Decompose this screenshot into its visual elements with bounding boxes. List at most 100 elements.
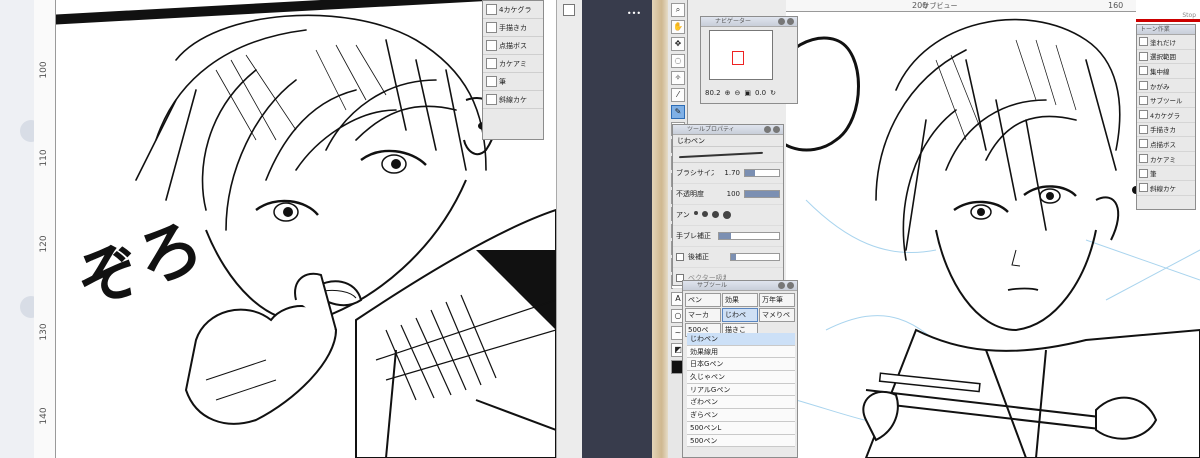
tone-tool-row[interactable]: 塗れだけ bbox=[1137, 35, 1195, 50]
hatching-brush-icon bbox=[1139, 124, 1148, 134]
tone-tool-row[interactable]: かがみ bbox=[1137, 79, 1195, 94]
image-divider: ••• bbox=[582, 0, 652, 458]
left-sub-tool-palette: 4カケグラ 手描きカ 点描ボス カケアミ 筆 斜線カケ bbox=[482, 0, 544, 140]
sub-tool-tab[interactable]: 万年筆 bbox=[759, 293, 795, 307]
magic-wand-icon[interactable]: ✧ bbox=[671, 71, 685, 85]
zoom-out-icon[interactable]: ⊖ bbox=[734, 89, 740, 97]
zoom-tool-icon[interactable]: ⌕ bbox=[671, 3, 685, 17]
anti-alias-row[interactable]: アン bbox=[673, 205, 783, 226]
stabilization-label: 手ブレ補正 bbox=[676, 232, 711, 240]
sub-tool-list-item[interactable]: じわペン bbox=[687, 333, 795, 346]
sub-tool-label: 筆 bbox=[499, 77, 506, 86]
ruler-tick-label: 130 bbox=[39, 323, 49, 341]
more-options-icon[interactable]: ••• bbox=[626, 10, 642, 20]
post-correction-slider[interactable] bbox=[730, 253, 780, 261]
sub-tool-list-item[interactable]: 500ペン bbox=[687, 434, 795, 448]
ruler-tick-label: 110 bbox=[39, 149, 49, 167]
sub-tool-list-item[interactable]: ざわペン bbox=[687, 396, 795, 410]
manga-canvas-left[interactable]: ぞろ bbox=[56, 0, 556, 458]
crosshatch-icon bbox=[1139, 154, 1148, 164]
rotate-icon[interactable]: ↻ bbox=[770, 89, 776, 97]
tone-tool-row[interactable]: 筆 bbox=[1137, 166, 1195, 181]
navigator-preview[interactable] bbox=[709, 30, 773, 80]
sub-tool-list-item[interactable]: 日本Gペン bbox=[687, 358, 795, 372]
tool-property-palette: ツールプロパティ じわペン ブラシサイズ 1.70 不透明度 100 アン 手ブ… bbox=[672, 124, 784, 289]
tone-tool-label: 点描ボス bbox=[1150, 140, 1176, 149]
tone-tool-row[interactable]: 4カケグラ bbox=[1137, 108, 1195, 123]
stipple-brush-icon bbox=[486, 40, 497, 51]
tone-tool-row[interactable]: 斜線カケ bbox=[1137, 181, 1195, 196]
eyedropper-icon[interactable]: ⁄ bbox=[671, 88, 685, 102]
tone-tool-label: カケアミ bbox=[1150, 155, 1176, 164]
panel-menu-icon[interactable] bbox=[563, 4, 575, 16]
brush-size-value[interactable]: 1.70 bbox=[718, 169, 740, 177]
tone-tool-row[interactable]: サブツール bbox=[1137, 93, 1195, 108]
tone-work-palette: トーン作業 塗れだけ 選択範囲 集中線 かがみ サブツール 4カケグラ 手描きカ 点描ボス カケ… bbox=[1136, 24, 1196, 210]
zoom-in-icon[interactable]: ⊕ bbox=[725, 89, 731, 97]
navigator-title: ナビゲーター bbox=[701, 17, 797, 27]
zoom-value[interactable]: 80.2 bbox=[705, 89, 721, 97]
tone-tool-label: 集中線 bbox=[1150, 67, 1170, 76]
left-app-window: 100 110 120 130 140 ぞろ 4カケグラ 手描きカ 点描ボス カ… bbox=[0, 0, 582, 458]
opacity-row[interactable]: 不透明度 100 bbox=[673, 184, 783, 205]
tone-tool-row[interactable]: 手描きカ bbox=[1137, 123, 1195, 138]
post-correction-checkbox[interactable] bbox=[676, 253, 684, 261]
sub-tool-tab[interactable]: 効果 bbox=[722, 293, 758, 307]
sub-tool-tab[interactable]: じわペ bbox=[722, 308, 758, 322]
sub-tool-row[interactable]: 筆 bbox=[483, 73, 543, 91]
tone-tool-label: 4カケグラ bbox=[1150, 111, 1181, 120]
tone-tool-label: 斜線カケ bbox=[1150, 184, 1176, 193]
sub-tool-tab[interactable]: ペン bbox=[685, 293, 721, 307]
sub-tool-label: 手描きカ bbox=[499, 23, 527, 32]
selection-icon bbox=[1139, 51, 1148, 61]
sub-tool-list-item[interactable]: 効果線用 bbox=[687, 345, 795, 359]
tone-tool-row[interactable]: 選択範囲 bbox=[1137, 50, 1195, 65]
sub-tool-row[interactable]: 手描きカ bbox=[483, 19, 543, 37]
opacity-value[interactable]: 100 bbox=[718, 190, 740, 198]
sub-tool-row[interactable]: 4カケグラ bbox=[483, 1, 543, 19]
view-area-frame[interactable] bbox=[732, 51, 744, 65]
sub-tool-list-item[interactable]: ぎらペン bbox=[687, 409, 795, 422]
sub-tool-row[interactable]: 斜線カケ bbox=[483, 91, 543, 109]
sub-tool-list-item[interactable]: 500ペンL bbox=[687, 421, 795, 435]
sub-tool-label: 4カケグラ bbox=[499, 5, 532, 14]
left-window-side-panel bbox=[556, 0, 582, 458]
sub-tool-tab[interactable]: マメりペ bbox=[759, 308, 795, 322]
tone-tool-label: サブツール bbox=[1150, 97, 1183, 106]
tone-tool-label: かがみ bbox=[1150, 82, 1170, 91]
desktop-background bbox=[652, 0, 668, 458]
current-tool-name: じわペン bbox=[673, 135, 783, 147]
anti-alias-selector[interactable] bbox=[694, 211, 731, 219]
opacity-slider[interactable] bbox=[744, 190, 780, 198]
stabilization-row[interactable]: 手ブレ補正 bbox=[673, 226, 783, 247]
post-correction-label: 後補正 bbox=[688, 253, 709, 261]
canvas-title: サブビュー bbox=[922, 2, 958, 10]
tone-tool-row[interactable]: カケアミ bbox=[1137, 152, 1195, 167]
tone-tool-label: 選択範囲 bbox=[1150, 53, 1176, 62]
sub-tool-list-item[interactable]: 久じゃペン bbox=[687, 371, 795, 384]
brush-size-label: ブラシサイズ bbox=[676, 169, 714, 177]
tone-tool-row[interactable]: 集中線 bbox=[1137, 64, 1195, 79]
sub-tool-palette: サブツール ペン 効果 万年筆 マーカ じわペ マメりペ 500ペ 描きこ じわペン 効果線用日… bbox=[682, 280, 798, 458]
tone-tool-label: 筆 bbox=[1150, 170, 1157, 179]
brush-size-row[interactable]: ブラシサイズ 1.70 bbox=[673, 163, 783, 184]
lasso-tool-icon[interactable]: ◌ bbox=[671, 54, 685, 68]
stabilization-slider[interactable] bbox=[718, 232, 780, 240]
sub-tool-row[interactable]: カケアミ bbox=[483, 55, 543, 73]
sub-tool-row[interactable]: 点描ボス bbox=[483, 37, 543, 55]
post-correction-row[interactable]: 後補正 bbox=[673, 247, 783, 268]
subtool-icon bbox=[1139, 95, 1148, 105]
tone-tool-row[interactable]: 点描ボス bbox=[1137, 137, 1195, 152]
move-tool-icon[interactable]: ✥ bbox=[671, 37, 685, 51]
sub-tool-list-item[interactable]: リアルGペン bbox=[687, 383, 795, 397]
rotate-value[interactable]: 0.0 bbox=[755, 89, 766, 97]
fit-icon[interactable]: ▣ bbox=[744, 89, 751, 97]
sub-tool-tab[interactable]: マーカ bbox=[685, 308, 721, 322]
stipple-brush-icon bbox=[1139, 139, 1148, 149]
ruler-tick-label: 120 bbox=[39, 235, 49, 253]
anti-alias-label: アン bbox=[676, 211, 690, 219]
pen-tool-icon[interactable]: ✎ bbox=[671, 105, 685, 119]
brush-size-slider[interactable] bbox=[744, 169, 780, 177]
hand-tool-icon[interactable]: ✋ bbox=[671, 20, 685, 34]
brush-stripes-icon bbox=[486, 4, 497, 15]
